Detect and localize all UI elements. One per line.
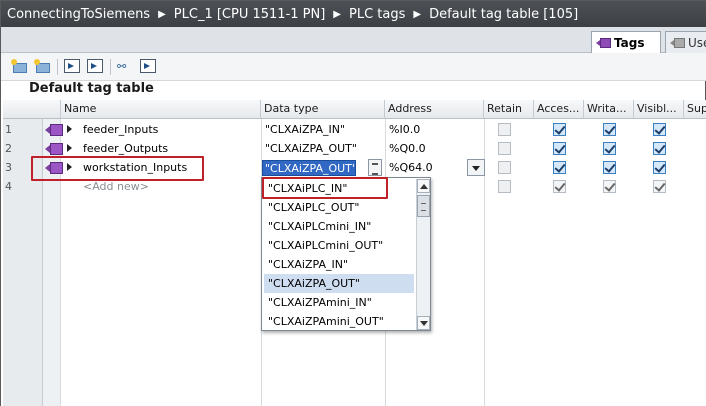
breadcrumb-separator-icon: ▶ bbox=[158, 8, 166, 20]
dropdown-scrollbar[interactable] bbox=[416, 179, 430, 330]
table-row[interactable]: 1 feeder_Inputs "CLXAiZPA_IN" %I0.0 bbox=[1, 120, 706, 139]
scroll-up-arrow-icon[interactable] bbox=[417, 179, 430, 193]
export-icon bbox=[64, 59, 80, 73]
tab-strip: Tags Use bbox=[1, 27, 706, 53]
export-button[interactable] bbox=[64, 59, 82, 75]
dropdown-item-selected[interactable]: "CLXAiZPA_OUT" bbox=[264, 274, 414, 293]
breadcrumb-plc[interactable]: PLC_1 [CPU 1511-1 PN] bbox=[174, 7, 326, 22]
tag-icon bbox=[45, 143, 63, 155]
tab-user-constants[interactable]: Use bbox=[665, 31, 706, 53]
add-tag-icon bbox=[11, 59, 27, 73]
breadcrumb-plc-tags[interactable]: PLC tags bbox=[349, 7, 405, 22]
monitor-all-button[interactable]: ⚯ bbox=[117, 59, 135, 75]
writable-checkbox[interactable] bbox=[603, 180, 616, 193]
dropdown-item[interactable]: "CLXAiZPA_IN" bbox=[264, 255, 414, 274]
tag-datatype[interactable]: "CLXAiZPA_IN" bbox=[265, 120, 383, 139]
tag-name[interactable]: feeder_Inputs bbox=[83, 120, 259, 139]
accessible-checkbox[interactable] bbox=[553, 161, 566, 174]
breadcrumb-separator-icon: ▶ bbox=[333, 8, 341, 20]
writable-checkbox[interactable] bbox=[603, 142, 616, 155]
column-header-name[interactable]: Name bbox=[61, 100, 261, 119]
accessible-checkbox[interactable] bbox=[553, 180, 566, 193]
tag-datatype[interactable]: "CLXAiZPA_OUT" bbox=[265, 139, 383, 158]
row-number: 1 bbox=[5, 123, 12, 136]
tag-address[interactable]: %Q0.0 bbox=[389, 139, 483, 158]
tab-tags-label: Tags bbox=[614, 35, 645, 50]
datatype-dropdown[interactable]: "CLXAiPLC_IN" "CLXAiPLC_OUT" "CLXAiPLCmi… bbox=[261, 177, 431, 331]
toolbar-divider bbox=[57, 59, 58, 75]
dropdown-item[interactable]: "CLXAiPLC_OUT" bbox=[264, 198, 414, 217]
tag-icon bbox=[45, 124, 63, 136]
monitor-glasses-icon: ⚯ bbox=[117, 60, 127, 73]
retain-checkbox[interactable] bbox=[498, 123, 511, 136]
toolbar: ⚯ bbox=[1, 53, 706, 81]
constant-icon bbox=[670, 37, 685, 48]
retain-checkbox[interactable] bbox=[498, 161, 511, 174]
breadcrumb-project[interactable]: ConnectingToSiemens bbox=[7, 7, 150, 22]
highlight-box-tag-row bbox=[31, 156, 204, 181]
tab-tags[interactable]: Tags bbox=[591, 31, 661, 53]
column-header-accessible[interactable]: Acces... bbox=[534, 100, 584, 119]
table-title: Default tag table bbox=[29, 81, 154, 96]
tag-address[interactable]: %Q64.0 bbox=[389, 158, 465, 177]
dropdown-item[interactable]: "CLXAiZPAmini_OUT" bbox=[264, 312, 414, 331]
address-dropdown-button[interactable] bbox=[467, 159, 485, 176]
import-icon bbox=[87, 59, 103, 73]
dropdown-item[interactable]: "CLXAiPLCmini_OUT" bbox=[264, 236, 414, 255]
datatype-browse-button[interactable] bbox=[368, 159, 382, 176]
settings-icon bbox=[140, 59, 156, 73]
datatype-edit-field[interactable]: "CLXAiZPA_OUT" bbox=[262, 160, 356, 176]
column-header-address[interactable]: Address bbox=[385, 100, 484, 119]
insert-row-icon bbox=[34, 59, 50, 73]
writable-checkbox[interactable] bbox=[603, 123, 616, 136]
column-header-visible[interactable]: Visibl... bbox=[634, 100, 684, 119]
column-header-supervision[interactable]: Sup bbox=[684, 100, 706, 119]
expand-arrow-icon[interactable] bbox=[67, 125, 72, 133]
retain-checkbox[interactable] bbox=[498, 180, 511, 193]
settings-button[interactable] bbox=[140, 59, 158, 75]
visible-checkbox[interactable] bbox=[653, 161, 666, 174]
highlight-box-dropdown-item bbox=[262, 177, 388, 199]
toolbar-divider bbox=[110, 59, 111, 75]
writable-checkbox[interactable] bbox=[603, 161, 616, 174]
column-header-writable[interactable]: Writa... bbox=[584, 100, 634, 119]
expand-arrow-icon[interactable] bbox=[67, 144, 72, 152]
visible-checkbox[interactable] bbox=[653, 180, 666, 193]
breadcrumb-separator-icon: ▶ bbox=[413, 8, 422, 20]
visible-checkbox[interactable] bbox=[653, 142, 666, 155]
scroll-down-arrow-icon[interactable] bbox=[417, 316, 430, 330]
accessible-checkbox[interactable] bbox=[553, 142, 566, 155]
visible-checkbox[interactable] bbox=[653, 123, 666, 136]
column-header-datatype[interactable]: Data type bbox=[261, 100, 385, 119]
breadcrumb: ConnectingToSiemens ▶ PLC_1 [CPU 1511-1 … bbox=[1, 1, 706, 27]
import-button[interactable] bbox=[87, 59, 105, 75]
column-header-retain[interactable]: Retain bbox=[484, 100, 534, 119]
breadcrumb-tag-table[interactable]: Default tag table [105] bbox=[429, 7, 578, 22]
column-header-corner bbox=[3, 100, 61, 119]
retain-checkbox[interactable] bbox=[498, 142, 511, 155]
accessible-checkbox[interactable] bbox=[553, 123, 566, 136]
tag-address[interactable]: %I0.0 bbox=[389, 120, 483, 139]
tab-user-constants-label: Use bbox=[688, 35, 706, 50]
tag-icon bbox=[596, 37, 611, 48]
add-tag-button[interactable] bbox=[11, 59, 29, 75]
insert-row-button[interactable] bbox=[34, 59, 52, 75]
dropdown-item[interactable]: "CLXAiPLCmini_IN" bbox=[264, 217, 414, 236]
dropdown-item[interactable]: "CLXAiZPAmini_IN" bbox=[264, 293, 414, 312]
scroll-thumb[interactable] bbox=[417, 195, 430, 217]
